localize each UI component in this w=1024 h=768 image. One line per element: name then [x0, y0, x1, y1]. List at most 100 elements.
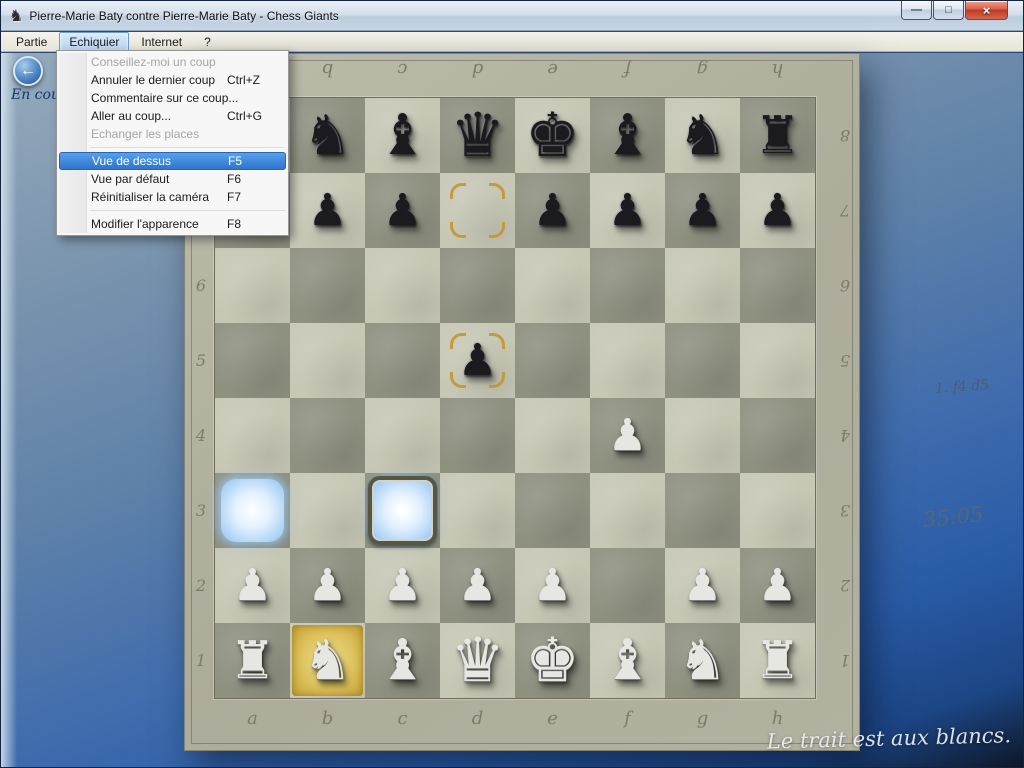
menu-item[interactable]: Commentaire sur ce coup... [57, 89, 288, 107]
game-status-text: En cours [11, 87, 56, 103]
menu-item[interactable]: Aller au coup... Ctrl+G [57, 107, 288, 125]
rank-label-right-4: 4 [834, 398, 856, 473]
white-pawn-g2[interactable]: ♟ [665, 548, 740, 623]
menu-separator [90, 147, 285, 148]
menu-item[interactable]: Réinitialiser la caméra F7 [57, 188, 288, 206]
rank-label-right-3: 3 [834, 473, 856, 548]
black-bishop-c8[interactable]: ♝ [365, 98, 440, 173]
game-status-label: En cours [11, 87, 56, 103]
white-pawn-b2[interactable]: ♟ [290, 548, 365, 623]
file-label-top-g: g [665, 56, 740, 82]
close-button[interactable]: × [965, 1, 1008, 20]
white-rook-h1[interactable]: ♜ [740, 623, 815, 698]
file-label-bottom-a: a [215, 706, 290, 732]
menu-item-label: Modifier l'apparence [91, 217, 199, 231]
menu-item-shortcut: F5 [228, 154, 242, 168]
file-label-top-e: e [515, 56, 590, 82]
menu-item-label: Réinitialiser la caméra [91, 190, 209, 204]
titlebar[interactable]: ♞ Pierre-Marie Baty contre Pierre-Marie … [1, 1, 1023, 31]
file-label-bottom-f: f [590, 706, 665, 732]
white-knight-b1[interactable]: ♞ [290, 623, 365, 698]
rank-label-right-2: 2 [834, 548, 856, 623]
menubar-item-partie[interactable]: Partie [6, 32, 57, 52]
file-label-top-d: d [440, 56, 515, 82]
menu-item-shortcut: F8 [227, 217, 241, 231]
file-label-top-c: c [365, 56, 440, 82]
rank-labels-right: 87654321 [834, 98, 856, 698]
file-label-top-b: b [290, 56, 365, 82]
rank-label-right-1: 1 [834, 623, 856, 698]
white-pawn-f4[interactable]: ♟ [590, 398, 665, 473]
black-rook-h8[interactable]: ♜ [740, 98, 815, 173]
black-queen-d8[interactable]: ♛ [440, 98, 515, 173]
rank-label-left-1: 1 [190, 623, 212, 698]
white-queen-d1[interactable]: ♛ [440, 623, 515, 698]
back-button[interactable]: ← [13, 56, 43, 86]
menu-item-label: Annuler le dernier coup [91, 73, 215, 87]
menubar: PartieEchiquierInternet? [1, 32, 1023, 52]
rank-label-left-5: 5 [190, 323, 212, 398]
black-pawn-d5[interactable]: ♟ [440, 323, 515, 398]
window-controls: — □ × [900, 1, 1008, 20]
file-label-bottom-d: d [440, 706, 515, 732]
menu-item-label: Vue par défaut [91, 172, 169, 186]
menu-separator [90, 210, 285, 211]
white-pawn-h2[interactable]: ♟ [740, 548, 815, 623]
white-king-e1[interactable]: ♚ [515, 623, 590, 698]
app-window: ♞ Pierre-Marie Baty contre Pierre-Marie … [0, 0, 1024, 768]
menu-item[interactable]: Annuler le dernier coupCtrl+Z [57, 71, 288, 89]
black-knight-g8[interactable]: ♞ [665, 98, 740, 173]
file-label-bottom-c: c [365, 706, 440, 732]
black-pawn-g7[interactable]: ♟ [665, 173, 740, 248]
menu-item-shortcut: F7 [227, 190, 241, 204]
black-pawn-b7[interactable]: ♟ [290, 173, 365, 248]
rank-label-right-5: 5 [834, 323, 856, 398]
black-pawn-c7[interactable]: ♟ [365, 173, 440, 248]
window-title: Pierre-Marie Baty contre Pierre-Marie Ba… [29, 9, 338, 23]
rank-label-left-4: 4 [190, 398, 212, 473]
white-pawn-e2[interactable]: ♟ [515, 548, 590, 623]
menu-item-shortcut: Ctrl+G [227, 109, 262, 123]
minimize-icon: — [911, 4, 922, 16]
maximize-button[interactable]: □ [933, 1, 964, 20]
black-knight-b8[interactable]: ♞ [290, 98, 365, 173]
file-label-top-f: f [590, 56, 665, 82]
menu-item[interactable]: Vue par défaut F6 [57, 170, 288, 188]
menu-item: Conseillez-moi un coup [57, 53, 288, 71]
file-labels-top: abcdefgh [215, 56, 815, 82]
move-list: 1. f4 d5 [935, 377, 990, 397]
white-bishop-c1[interactable]: ♝ [365, 623, 440, 698]
menu-item[interactable]: Vue de dessusF5 [59, 152, 286, 170]
black-bishop-f8[interactable]: ♝ [590, 98, 665, 173]
menu-item-label: Aller au coup... [91, 109, 171, 123]
rank-label-right-8: 8 [834, 98, 856, 173]
white-pawn-c2[interactable]: ♟ [365, 548, 440, 623]
menu-item-label: Commentaire sur ce coup... [91, 91, 238, 105]
menu-item[interactable]: Modifier l'apparence F8 [57, 215, 288, 233]
white-knight-g1[interactable]: ♞ [665, 623, 740, 698]
black-king-e8[interactable]: ♚ [515, 98, 590, 173]
file-label-bottom-e: e [515, 706, 590, 732]
white-rook-a1[interactable]: ♜ [215, 623, 290, 698]
rank-label-left-2: 2 [190, 548, 212, 623]
file-label-bottom-b: b [290, 706, 365, 732]
file-label-top-h: h [740, 56, 815, 82]
white-pawn-d2[interactable]: ♟ [440, 548, 515, 623]
black-pawn-f7[interactable]: ♟ [590, 173, 665, 248]
game-clock: 35:05 [922, 502, 985, 532]
minimize-button[interactable]: — [901, 1, 932, 20]
menubar-item-internet[interactable]: Internet [131, 32, 192, 52]
maximize-icon: □ [945, 4, 952, 16]
black-pawn-h7[interactable]: ♟ [740, 173, 815, 248]
menubar-item-echiquier[interactable]: Echiquier [59, 32, 129, 52]
black-pawn-e7[interactable]: ♟ [515, 173, 590, 248]
app-icon: ♞ [9, 6, 23, 26]
menu-item-label: Echanger les places [91, 127, 199, 141]
menu-item-label: Conseillez-moi un coup [91, 55, 216, 69]
rank-label-left-6: 6 [190, 248, 212, 323]
white-bishop-f1[interactable]: ♝ [590, 623, 665, 698]
menu-item-shortcut: F6 [227, 172, 241, 186]
rank-label-right-7: 7 [834, 173, 856, 248]
white-pawn-a2[interactable]: ♟ [215, 548, 290, 623]
menubar-item-?[interactable]: ? [194, 32, 221, 52]
